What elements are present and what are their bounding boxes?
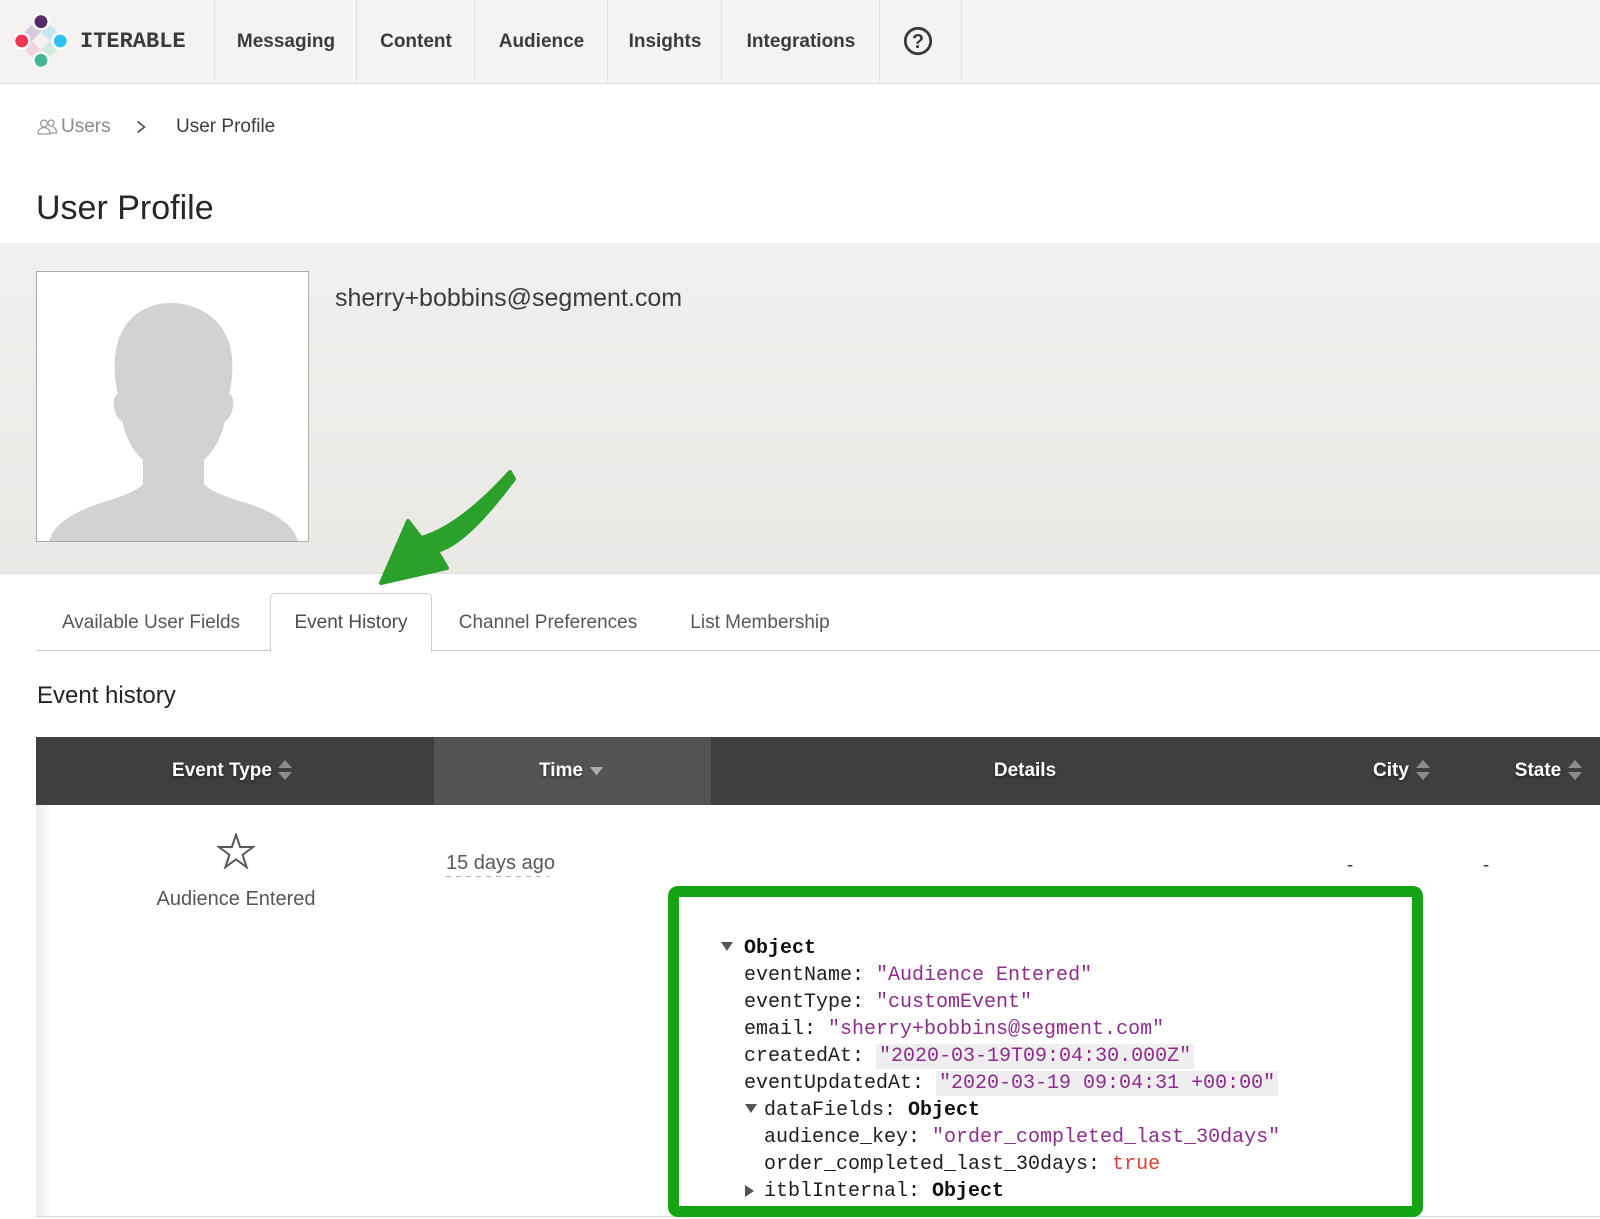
svg-text:?: ? <box>912 31 924 53</box>
